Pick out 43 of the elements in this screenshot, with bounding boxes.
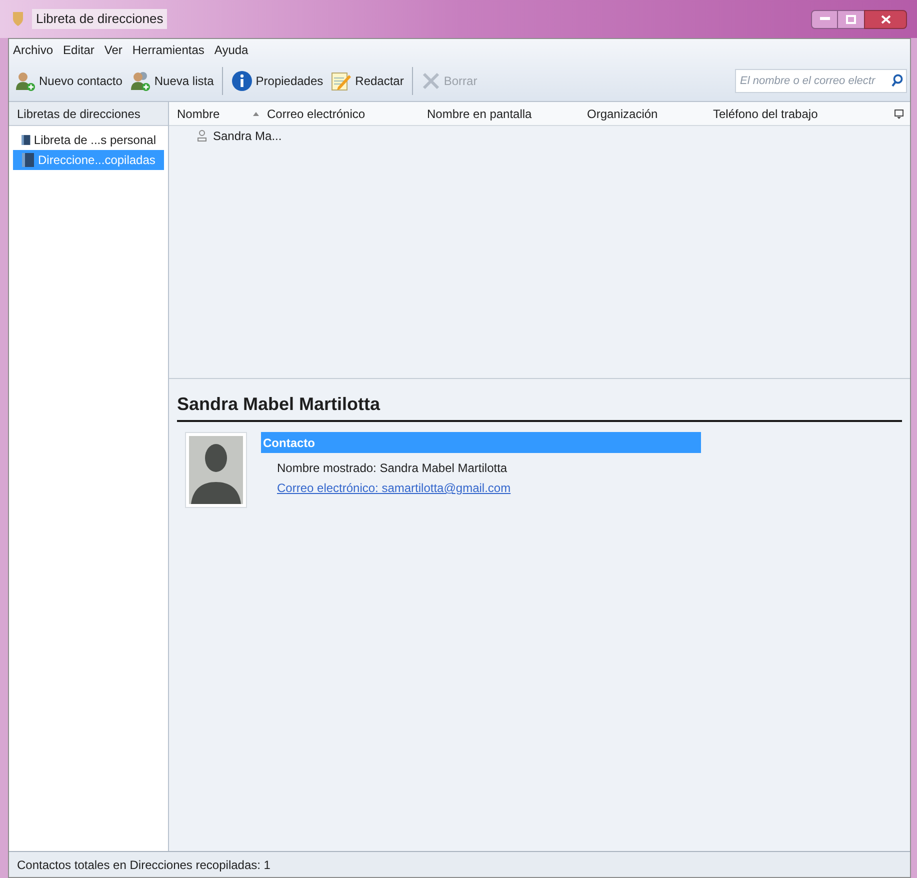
info-icon [230,70,253,92]
notepad-pencil-icon [330,70,352,92]
minimize-icon [820,17,830,21]
section-header: Contacto [261,432,701,453]
menu-item[interactable]: Ayuda [214,41,248,59]
contact-name: Sandra Mabel Martilotta [177,391,902,422]
shield-icon [12,11,24,27]
menu-item[interactable]: Herramientas [132,41,204,59]
column-header[interactable]: Correo electrónico [267,104,427,122]
maximize-icon [846,14,856,24]
cross-icon [420,71,441,91]
toolbar-button[interactable]: Propiedades [228,70,326,92]
menu-item[interactable]: Editar [63,41,94,59]
window-title: Libreta de direcciones [32,9,168,29]
column-header[interactable]: Organización [587,104,713,122]
column-header[interactable]: Teléfono del trabajo [713,104,861,122]
sort-arrow-icon [253,112,259,116]
person-icon [197,130,207,142]
search-field[interactable]: El nombre o el correo electr [735,69,907,93]
close-icon [880,14,890,24]
menu-item[interactable]: Ver [104,41,122,59]
contact-row[interactable]: Sandra Ma... [169,126,910,146]
display-name-text: Nombre mostrado: Sandra Mabel Martilotta [277,460,508,477]
maximize-button[interactable] [838,10,864,28]
menu-item[interactable]: Archivo [13,41,54,59]
sidebar-header: Libretas de direcciones [9,102,168,126]
column-header[interactable]: Nombre [177,104,267,122]
toolbar-button[interactable]: Nuevo contacto [12,70,124,92]
email-link[interactable]: Correo electrónico: samartilotta@gmail.com [277,479,511,497]
sidebar-item[interactable]: Libreta de ...s personal [13,130,164,150]
toolbar-button[interactable]: Redactar [328,70,406,92]
search-icon [891,74,903,87]
close-button[interactable] [864,10,907,28]
column-header[interactable]: Nombre en pantalla [427,104,587,122]
toolbar-button[interactable]: Nueva lista [127,70,216,92]
address-book-icon [21,132,31,148]
cell-text: Sandra Ma... [213,128,282,145]
status-bar: Contactos totales en Direcciones recopiladas: 1 [9,851,910,877]
address-book-icon [21,152,35,168]
person-add-icon [129,70,152,92]
column-picker-icon[interactable] [894,108,904,118]
person-add-icon [14,70,36,92]
minimize-button[interactable] [811,10,838,28]
